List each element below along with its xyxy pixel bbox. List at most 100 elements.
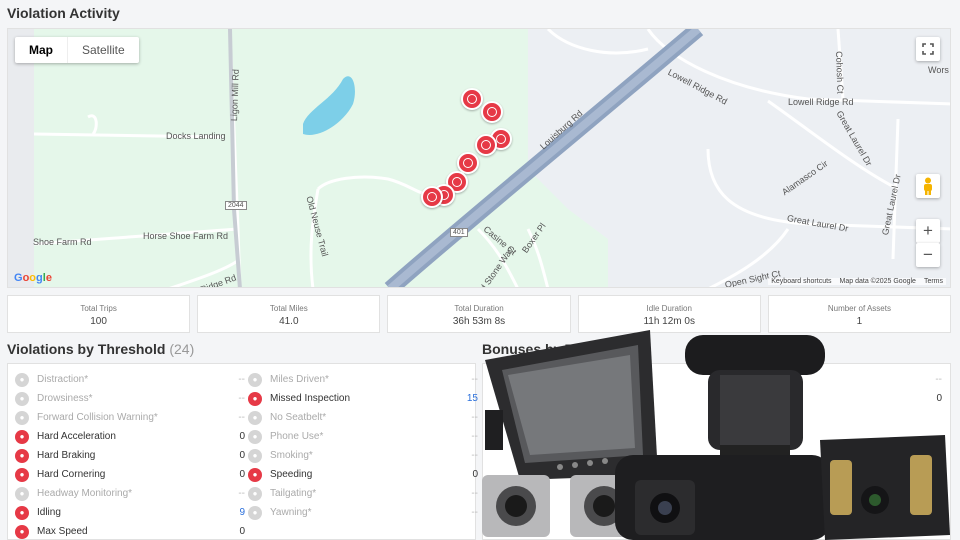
violation-row-no-seatbelt[interactable]: ● No Seatbelt* -- <box>248 408 478 427</box>
violation-value: -- <box>471 431 478 442</box>
violation-row-forward-collision-warning[interactable]: ● Forward Collision Warning* -- <box>15 408 245 427</box>
stat-label: Total Miles <box>269 304 308 313</box>
violation-row-headway-monitoring[interactable]: ● Headway Monitoring* -- <box>15 484 245 503</box>
violation-value: 0 <box>472 469 478 480</box>
violation-name: Miles Driven* <box>270 374 329 385</box>
violation-name: Smoking* <box>270 450 313 461</box>
stat-total-duration: Total Duration 36h 53m 8s <box>387 295 571 333</box>
violation-value: -- <box>471 450 478 461</box>
violation-name: Forward Collision Warning* <box>37 412 158 423</box>
violation-map[interactable]: Map Satellite + − Ligon Mill Rd Docks La… <box>7 28 951 288</box>
violation-value: -- <box>471 507 478 518</box>
route-shield-2044: 2044 <box>225 201 247 210</box>
yawning-icon: ● <box>248 505 262 520</box>
violations-panel: ● Distraction* -- ● Drowsiness* -- ● Forward Co… <box>7 363 478 540</box>
smoking-icon: ● <box>248 448 262 463</box>
violation-name: Tailgating* <box>270 488 317 499</box>
violation-row-hard-cornering[interactable]: ● Hard Cornering 0 <box>15 465 245 484</box>
map-data-text: Map data ©2025 Google <box>839 278 916 285</box>
violation-name: No Seatbelt* <box>270 412 327 423</box>
max-speed-icon: ● <box>15 524 29 539</box>
violation-value: -- <box>471 412 478 423</box>
violation-value: 0 <box>239 450 245 461</box>
violation-row-hard-acceleration[interactable]: ● Hard Acceleration 0 <box>15 427 245 446</box>
violation-row-hard-braking[interactable]: ● Hard Braking 0 <box>15 446 245 465</box>
speeding-icon: ● <box>248 467 262 482</box>
violation-value[interactable]: 15 <box>458 393 478 404</box>
violation-value: 0 <box>239 431 245 442</box>
zoom-in-button[interactable]: + <box>916 219 940 243</box>
violation-name: Max Speed <box>37 526 88 537</box>
violation-marker[interactable] <box>421 186 443 208</box>
violation-name: Yawning* <box>270 507 312 518</box>
violation-name: Hard Cornering <box>37 469 106 480</box>
stat-value: 36h 53m 8s <box>452 316 506 327</box>
drowsiness-icon: ● <box>15 391 29 406</box>
violations-count: (24) <box>169 341 195 357</box>
miles-driven-icon: ● <box>248 372 262 387</box>
stat-total-miles: Total Miles 41.0 <box>197 295 381 333</box>
violation-row-max-speed[interactable]: ● Max Speed 0 <box>15 522 245 540</box>
violation-value[interactable]: 9 <box>225 507 245 518</box>
violation-row-tailgating[interactable]: ● Tailgating* -- <box>248 484 478 503</box>
route-shield-401: 401 <box>450 228 468 237</box>
dual-dashcam-image <box>615 455 830 540</box>
hard-acceleration-icon: ● <box>15 429 29 444</box>
hard-cornering-icon: ● <box>15 467 29 482</box>
violation-marker[interactable] <box>475 134 497 156</box>
violation-marker[interactable] <box>461 88 483 110</box>
terms-link[interactable]: Terms <box>924 278 943 285</box>
tailgating-icon: ● <box>248 486 262 501</box>
pegman-icon[interactable] <box>916 174 940 198</box>
violation-value: -- <box>471 488 478 499</box>
hard-braking-icon: ● <box>15 448 29 463</box>
violation-name: Phone Use* <box>270 431 324 442</box>
violation-row-miles-driven[interactable]: ● Miles Driven* -- <box>248 370 478 389</box>
violation-row-drowsiness[interactable]: ● Drowsiness* -- <box>15 389 245 408</box>
stat-label: Total Duration <box>454 304 504 313</box>
violation-row-idling[interactable]: ● Idling 9 <box>15 503 245 522</box>
violation-activity-title: Violation Activity <box>7 5 120 21</box>
violation-value: -- <box>238 374 245 385</box>
violation-value: -- <box>471 374 478 385</box>
violation-row-phone-use[interactable]: ● Phone Use* -- <box>248 427 478 446</box>
map-label: Lowell Ridge Rd <box>788 97 854 107</box>
stat-label: Idle Duration <box>646 304 692 313</box>
map-label: Cohosh Ct <box>834 51 846 94</box>
ir-camera-image <box>820 435 950 540</box>
map-label: Docks Landing <box>166 131 226 141</box>
stat-label: Total Trips <box>80 304 117 313</box>
violation-name: Drowsiness* <box>37 393 93 404</box>
stat-value: 11h 12m 0s <box>643 316 695 327</box>
trip-stats: Total Trips 100 Total Miles 41.0 Total D… <box>7 295 952 333</box>
violation-name: Idling <box>37 507 61 518</box>
dashboard-page: Violation Activity Map Satellite + − Lig… <box>0 0 960 540</box>
violation-row-yawning[interactable]: ● Yawning* -- <box>248 503 478 522</box>
violation-value: -- <box>238 393 245 404</box>
violation-value: 0 <box>239 526 245 537</box>
violation-row-distraction[interactable]: ● Distraction* -- <box>15 370 245 389</box>
side-camera-image <box>482 475 638 537</box>
keyboard-shortcuts-link[interactable]: Keyboard shortcuts <box>771 278 831 285</box>
distraction-icon: ● <box>15 372 29 387</box>
violations-title: Violations by Threshold (24) <box>7 341 194 357</box>
map-type-toggle[interactable]: Map Satellite <box>15 37 139 63</box>
violations-title-text: Violations by Threshold <box>7 341 166 357</box>
violation-marker[interactable] <box>481 101 503 123</box>
fullscreen-icon[interactable] <box>916 37 940 61</box>
stat-value: 1 <box>856 316 863 327</box>
violations-left-column: ● Distraction* -- ● Drowsiness* -- ● Forward Co… <box>15 370 245 540</box>
violation-name: Missed Inspection <box>270 393 351 404</box>
stat-label: Number of Assets <box>827 304 891 313</box>
zoom-out-button[interactable]: − <box>916 243 940 267</box>
map-button[interactable]: Map <box>15 37 68 63</box>
violation-row-missed-inspection[interactable]: ● Missed Inspection 15 <box>248 389 478 408</box>
violation-row-speeding[interactable]: ● Speeding 0 <box>248 465 478 484</box>
map-label: Horse Shoe Farm Rd <box>143 231 229 241</box>
idling-icon: ● <box>15 505 29 520</box>
violation-row-smoking[interactable]: ● Smoking* -- <box>248 446 478 465</box>
map-base <box>8 29 950 287</box>
headway-monitoring-icon: ● <box>15 486 29 501</box>
map-label: Wors <box>928 65 949 75</box>
satellite-button[interactable]: Satellite <box>68 37 139 63</box>
